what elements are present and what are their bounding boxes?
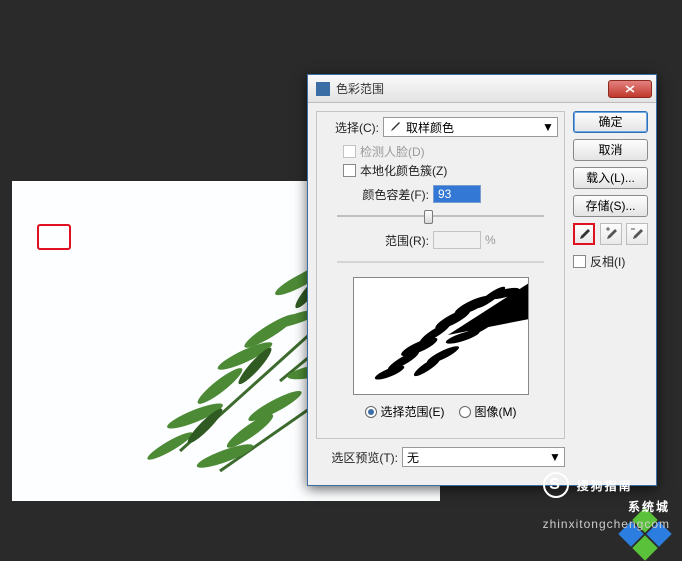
chevron-down-icon: ▼: [541, 120, 555, 134]
eyedropper-add-tool[interactable]: [600, 223, 622, 245]
dialog-title: 色彩范围: [336, 80, 608, 97]
titlebar[interactable]: 色彩范围: [308, 75, 656, 103]
radio-image[interactable]: 图像(M): [459, 403, 517, 420]
selection-preview-label: 选区预览(T):: [316, 449, 402, 466]
invert-checkbox[interactable]: 反相(I): [573, 253, 648, 270]
localized-checkbox[interactable]: 本地化颜色簇(Z): [343, 162, 558, 179]
fuzziness-input[interactable]: 93: [433, 185, 481, 203]
eyedropper-icon: [577, 227, 591, 241]
select-dropdown[interactable]: 取样颜色 ▼: [383, 117, 558, 137]
annotation-red-box: [37, 224, 71, 250]
close-icon: [625, 85, 635, 93]
ok-button[interactable]: 确定: [573, 111, 648, 133]
save-button[interactable]: 存储(S)...: [573, 195, 648, 217]
eyedropper-tool[interactable]: [573, 223, 595, 245]
app-icon: [316, 82, 330, 96]
eyedropper-subtract-tool[interactable]: [626, 223, 648, 245]
fuzziness-label: 颜色容差(F):: [347, 186, 433, 203]
watermark: S 搜狗指南 系统城 zhinxitongchengcom: [543, 472, 670, 531]
eyedropper-plus-icon: [604, 227, 618, 241]
select-value: 取样颜色: [406, 119, 454, 136]
eyedropper-icon: [388, 120, 402, 134]
range-label: 范围(R):: [347, 232, 433, 249]
close-button[interactable]: [608, 80, 652, 98]
preview-thumbnail: [353, 277, 529, 395]
range-slider: [337, 253, 544, 271]
sogou-logo-icon: S: [543, 472, 569, 498]
select-label: 选择(C):: [323, 119, 383, 136]
eyedropper-minus-icon: [630, 227, 644, 241]
load-button[interactable]: 载入(L)...: [573, 167, 648, 189]
selection-preview-dropdown[interactable]: 无 ▼: [402, 447, 565, 467]
fuzziness-slider[interactable]: [337, 207, 544, 225]
range-input: [433, 231, 481, 249]
cancel-button[interactable]: 取消: [573, 139, 648, 161]
color-range-dialog: 色彩范围 选择(C): 取样颜色 ▼ 检测人脸(D): [307, 74, 657, 486]
radio-selection[interactable]: 选择范围(E): [365, 403, 445, 420]
chevron-down-icon: ▼: [548, 450, 562, 464]
detect-faces-checkbox: 检测人脸(D): [343, 143, 558, 160]
